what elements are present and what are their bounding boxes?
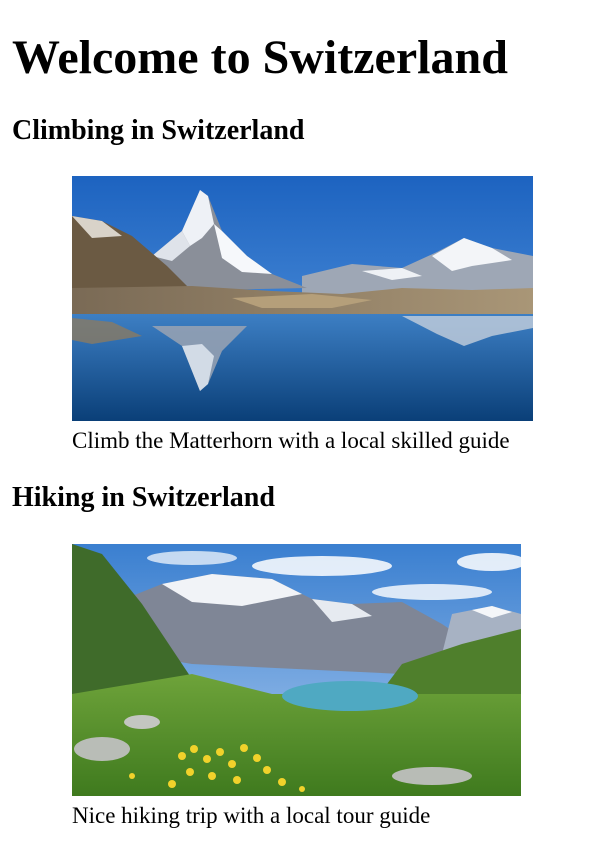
climbing-caption: Climb the Matterhorn with a local skille… (72, 428, 510, 453)
section-heading-climbing: Climbing in Switzerland (12, 115, 305, 146)
alpine-lake-image (72, 544, 521, 796)
section-heading-hiking: Hiking in Switzerland (12, 482, 275, 513)
matterhorn-image (72, 176, 533, 421)
hiking-figure: Nice hiking trip with a local tour guide (72, 544, 521, 830)
page: Welcome to Switzerland Climbing in Switz… (0, 0, 614, 867)
climbing-figure: Climb the Matterhorn with a local skille… (72, 176, 533, 455)
page-title: Welcome to Switzerland (12, 31, 508, 84)
hiking-caption: Nice hiking trip with a local tour guide (72, 803, 431, 828)
